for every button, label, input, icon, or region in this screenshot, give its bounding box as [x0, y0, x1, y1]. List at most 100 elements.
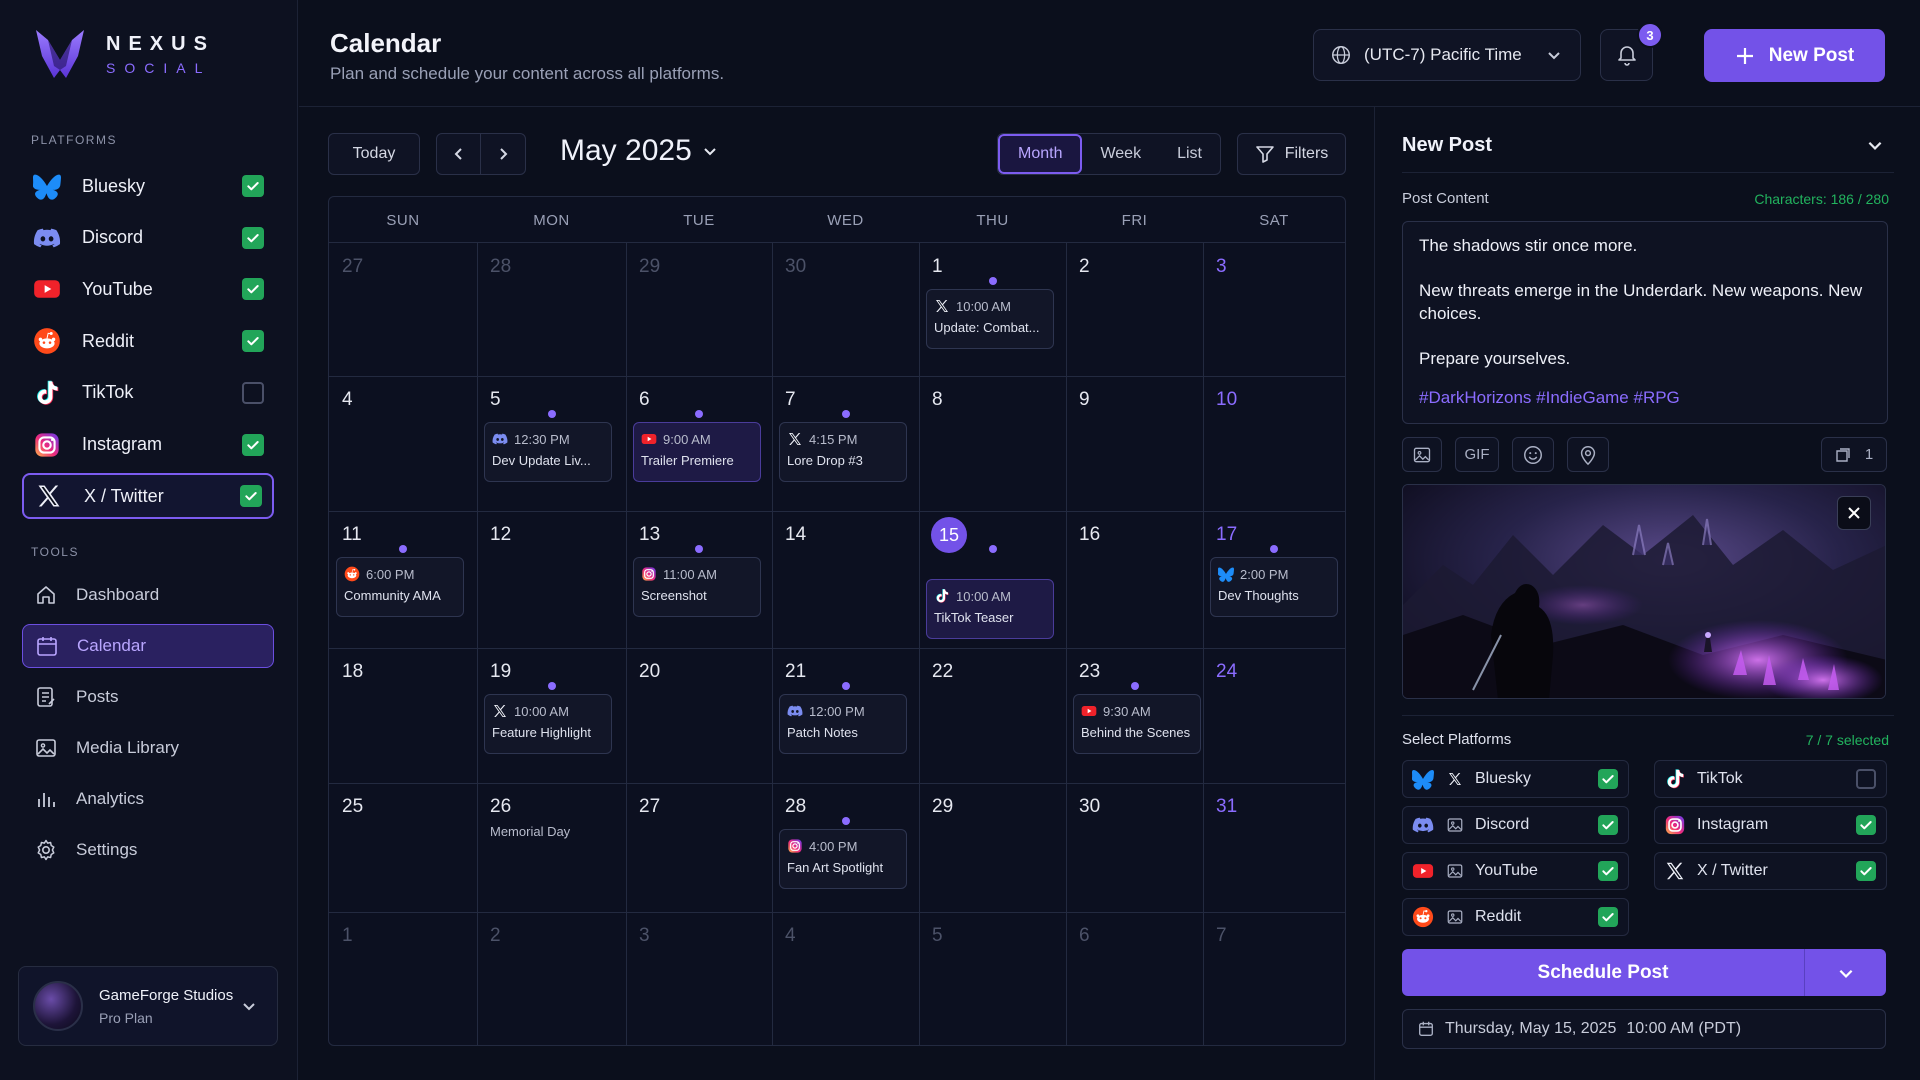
post-type-icon [1445, 907, 1465, 927]
user-menu[interactable]: GameForge Studios Pro Plan [18, 966, 278, 1046]
platform-checkbox[interactable] [242, 226, 264, 249]
check-icon [1600, 817, 1616, 833]
calendar-event[interactable]: 2:00 PM Dev Thoughts [1210, 557, 1338, 617]
day-number: 28 [785, 796, 807, 817]
event-title: Trailer Premiere [641, 453, 734, 468]
view-list-tab[interactable]: List [1159, 134, 1220, 174]
reddit-icon [32, 326, 62, 356]
platform-checkbox[interactable] [1598, 861, 1618, 881]
sidebar-tool-dashboard[interactable]: Dashboard [22, 573, 274, 617]
calendar-event[interactable]: 9:00 AM Trailer Premiere [633, 422, 761, 482]
calendar-event[interactable]: 4:00 PM Fan Art Spotlight [779, 829, 907, 889]
calendar-event[interactable]: 10:00 AM Update: Combat... [926, 289, 1054, 349]
emoji-icon [1524, 445, 1542, 464]
sidebar-platform-tiktok[interactable]: TikTok [22, 370, 274, 416]
add-image-button[interactable] [1402, 437, 1442, 472]
sidebar-platform-x[interactable]: X / Twitter [22, 473, 274, 520]
instagram-icon [1664, 814, 1686, 836]
check-icon [245, 230, 261, 246]
new-post-button[interactable]: New Post [1704, 29, 1885, 82]
timezone-select[interactable]: (UTC-7) Pacific Time [1313, 29, 1581, 81]
sidebar-platform-discord[interactable]: Discord [22, 215, 274, 261]
platform-checkbox[interactable] [242, 433, 264, 456]
platform-label: X / Twitter [1697, 862, 1768, 879]
tiktok-icon [1663, 767, 1687, 791]
platform-checkbox[interactable] [1598, 769, 1618, 789]
platform-checkbox[interactable] [240, 485, 262, 508]
sidebar-platform-instagram[interactable]: Instagram [22, 422, 274, 468]
calendar-event[interactable]: 12:00 PM Patch Notes [779, 694, 907, 754]
bluesky-icon [32, 171, 62, 201]
sidebar-tool-posts[interactable]: Posts [22, 675, 274, 719]
brand-logo[interactable]: NEXUS SOCIAL [34, 26, 215, 82]
schedule-options-button[interactable] [1804, 949, 1886, 996]
schedule-datetime-field[interactable]: Thursday, May 15, 2025 10:00 AM (PDT) [1402, 1009, 1886, 1049]
platform-checkbox[interactable] [242, 381, 264, 404]
event-title: Lore Drop #3 [787, 453, 863, 468]
location-button[interactable] [1567, 437, 1609, 472]
collapse-panel-icon[interactable] [1866, 136, 1884, 154]
sidebar-tool-calendar[interactable]: Calendar [22, 624, 274, 668]
platform-checkbox[interactable] [242, 278, 264, 301]
platform-checkbox[interactable] [1598, 907, 1618, 927]
calendar-event[interactable]: 12:30 PM Dev Update Liv... [484, 422, 612, 482]
calendar-event[interactable]: 4:15 PM Lore Drop #3 [779, 422, 907, 482]
calendar-event[interactable]: 9:30 AM Behind the Scenes [1073, 694, 1201, 754]
x-icon [1664, 860, 1686, 882]
next-month-button[interactable] [481, 134, 525, 174]
prev-month-button[interactable] [437, 134, 482, 174]
view-month-tab[interactable]: Month [998, 134, 1083, 174]
event-time-row: 10:00 AM [934, 298, 1046, 314]
month-picker[interactable]: May 2025 [560, 134, 718, 168]
sidebar-platform-reddit[interactable]: Reddit [22, 318, 274, 364]
schedule-post-button[interactable]: Schedule Post [1402, 949, 1804, 996]
chevron-down-icon [243, 1003, 255, 1011]
event-dot [1130, 682, 1139, 690]
brand-name: NEXUS [106, 32, 215, 55]
image-icon [1446, 862, 1464, 880]
view-week-tab[interactable]: Week [1082, 134, 1159, 174]
bluesky-icon [1412, 768, 1434, 790]
day-number: 4 [785, 925, 796, 946]
post-content-textarea[interactable]: The shadows stir once more. New threats … [1402, 221, 1888, 424]
select-platform-youtube[interactable]: YouTube [1402, 852, 1629, 890]
platform-checkbox[interactable] [242, 175, 264, 197]
platform-checkbox[interactable] [1598, 815, 1618, 835]
post-type-icon [1445, 815, 1465, 835]
platform-label: Discord [1475, 816, 1530, 833]
event-title: Update: Combat... [934, 320, 1040, 335]
select-platform-instagram[interactable]: Instagram [1654, 806, 1887, 844]
month-grid: SUN MON TUE WED THU FRI SAT 27 28 29 30 1 2 3 4 5 6 7 8 9 1… [328, 196, 1346, 1046]
sidebar-tool-media-library[interactable]: Media Library [22, 726, 274, 770]
select-platform-x[interactable]: X / Twitter [1654, 852, 1887, 890]
check-icon [1600, 863, 1616, 879]
event-dot [547, 682, 556, 690]
calendar-event[interactable]: 11:00 AM Screenshot [633, 557, 761, 617]
select-platform-discord[interactable]: Discord [1402, 806, 1629, 844]
select-platform-bluesky[interactable]: Bluesky [1402, 760, 1629, 798]
gif-button[interactable]: GIF [1455, 437, 1499, 472]
calendar-event[interactable]: 10:00 AM Feature Highlight [484, 694, 612, 754]
sidebar-platform-bluesky[interactable]: Bluesky [22, 163, 274, 209]
day-number: 22 [932, 661, 954, 682]
sidebar-tool-analytics[interactable]: Analytics [22, 777, 274, 821]
platform-checkbox[interactable] [242, 330, 264, 353]
platform-checkbox[interactable] [1856, 769, 1876, 789]
remove-media-button[interactable] [1837, 496, 1871, 530]
emoji-button[interactable] [1512, 437, 1554, 472]
platform-checkbox[interactable] [1856, 861, 1876, 881]
sidebar-platform-youtube[interactable]: YouTube [22, 266, 274, 312]
today-button[interactable]: Today [328, 133, 420, 175]
sidebar-tool-settings[interactable]: Settings [22, 828, 274, 872]
discord-icon [1411, 813, 1435, 837]
weekday-sat: SAT [1259, 211, 1289, 229]
weekday-tue: TUE [683, 211, 715, 229]
select-platform-tiktok[interactable]: TikTok [1654, 760, 1887, 798]
event-title: Feature Highlight [492, 725, 591, 740]
select-platform-reddit[interactable]: Reddit [1402, 898, 1629, 936]
platform-checkbox[interactable] [1856, 815, 1876, 835]
day-number: 27 [342, 256, 364, 277]
calendar-event[interactable]: 6:00 PM Community AMA [336, 557, 464, 617]
filters-button[interactable]: Filters [1237, 133, 1346, 175]
calendar-event[interactable]: 10:00 AM TikTok Teaser [926, 579, 1054, 639]
